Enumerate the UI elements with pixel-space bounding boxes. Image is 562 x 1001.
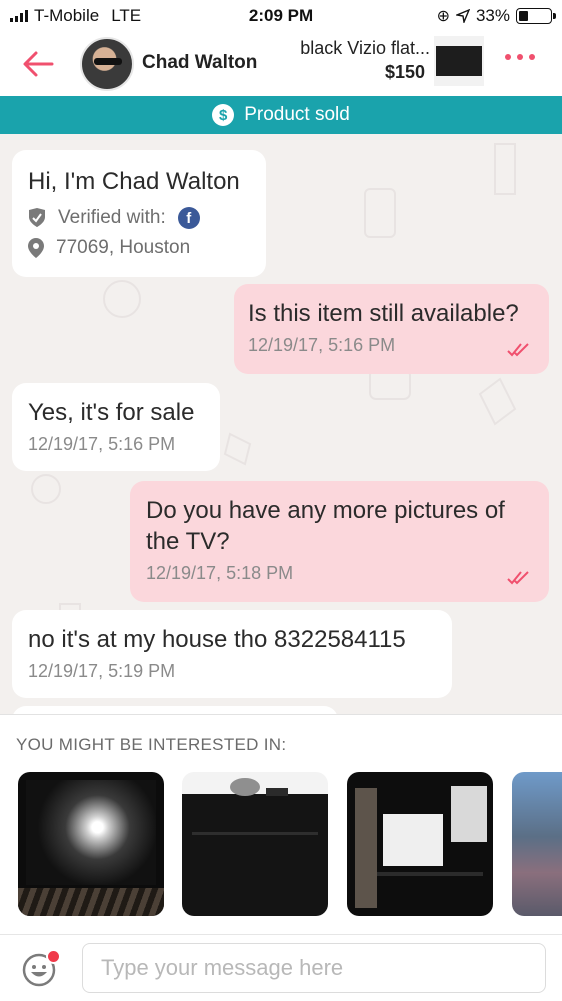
- battery-percent: 33%: [475, 6, 510, 25]
- message-text: Yes, it's for sale: [28, 399, 195, 426]
- suggestions-panel: YOU MIGHT BE INTERESTED IN:: [0, 714, 562, 935]
- shield-icon: [29, 208, 45, 227]
- message-text: Do you have any more pictures of the TV?: [146, 497, 505, 555]
- message-timestamp: 12/19/17, 5:16 PM: [248, 335, 396, 355]
- message-timestamp: 12/19/17, 5:19 PM: [28, 661, 176, 681]
- message-text: no it's at my house tho 8322584115: [28, 626, 406, 653]
- more-options-icon[interactable]: [505, 54, 535, 60]
- message-incoming-partial: [12, 706, 338, 714]
- suggestions-title: YOU MIGHT BE INTERESTED IN:: [16, 735, 287, 754]
- map-pin-icon: [28, 238, 44, 258]
- product-title[interactable]: black Vizio flat...: [270, 38, 430, 59]
- seller-profile-card: Hi, I'm Chad Walton Verified with: f 770…: [12, 150, 266, 277]
- verified-label: Verified with:: [58, 207, 166, 228]
- location-text: 77069, Houston: [56, 237, 191, 258]
- product-sold-banner: $ Product sold: [0, 96, 562, 134]
- avatar[interactable]: [80, 37, 134, 91]
- location-icon: [455, 9, 470, 23]
- battery-icon: [516, 8, 556, 24]
- chat-header: Chad Walton black Vizio flat... $150: [0, 32, 562, 96]
- product-price: $150: [384, 62, 425, 82]
- message-input[interactable]: [82, 943, 546, 993]
- read-checkmarks-icon: [507, 343, 529, 357]
- contact-name[interactable]: Chad Walton: [142, 52, 257, 74]
- back-arrow-icon[interactable]: [18, 44, 58, 84]
- message-outgoing[interactable]: Do you have any more pictures of the TV?…: [130, 481, 549, 602]
- suggestion-card[interactable]: [347, 772, 493, 916]
- dollar-icon: $: [212, 104, 235, 126]
- message-timestamp: 12/19/17, 5:18 PM: [146, 563, 294, 583]
- status-bar: T-Mobile LTE 2:09 PM ⊕ 33%: [0, 0, 562, 32]
- read-checkmarks-icon: [507, 571, 529, 585]
- message-outgoing[interactable]: Is this item still available? 12/19/17, …: [234, 284, 549, 374]
- suggestion-card[interactable]: [18, 772, 164, 916]
- message-timestamp: 12/19/17, 5:16 PM: [28, 434, 176, 454]
- chat-area[interactable]: Hi, I'm Chad Walton Verified with: f 770…: [0, 134, 562, 714]
- suggestion-card[interactable]: [182, 772, 328, 916]
- message-incoming[interactable]: Yes, it's for sale 12/19/17, 5:16 PM: [12, 383, 220, 471]
- product-thumbnail[interactable]: [434, 36, 484, 86]
- notification-dot: [46, 949, 61, 964]
- rotation-lock-icon: ⊕: [436, 8, 450, 25]
- location-row: 77069, Houston: [28, 237, 266, 259]
- message-composer: [0, 934, 562, 1001]
- verified-row: Verified with: f: [28, 207, 266, 229]
- profile-greeting: Hi, I'm Chad Walton: [28, 168, 240, 195]
- suggestion-card[interactable]: [512, 772, 562, 916]
- message-text: Is this item still available?: [248, 300, 519, 327]
- banner-label: Product sold: [244, 104, 350, 125]
- message-incoming[interactable]: no it's at my house tho 8322584115 12/19…: [12, 610, 452, 698]
- facebook-icon: f: [177, 207, 200, 229]
